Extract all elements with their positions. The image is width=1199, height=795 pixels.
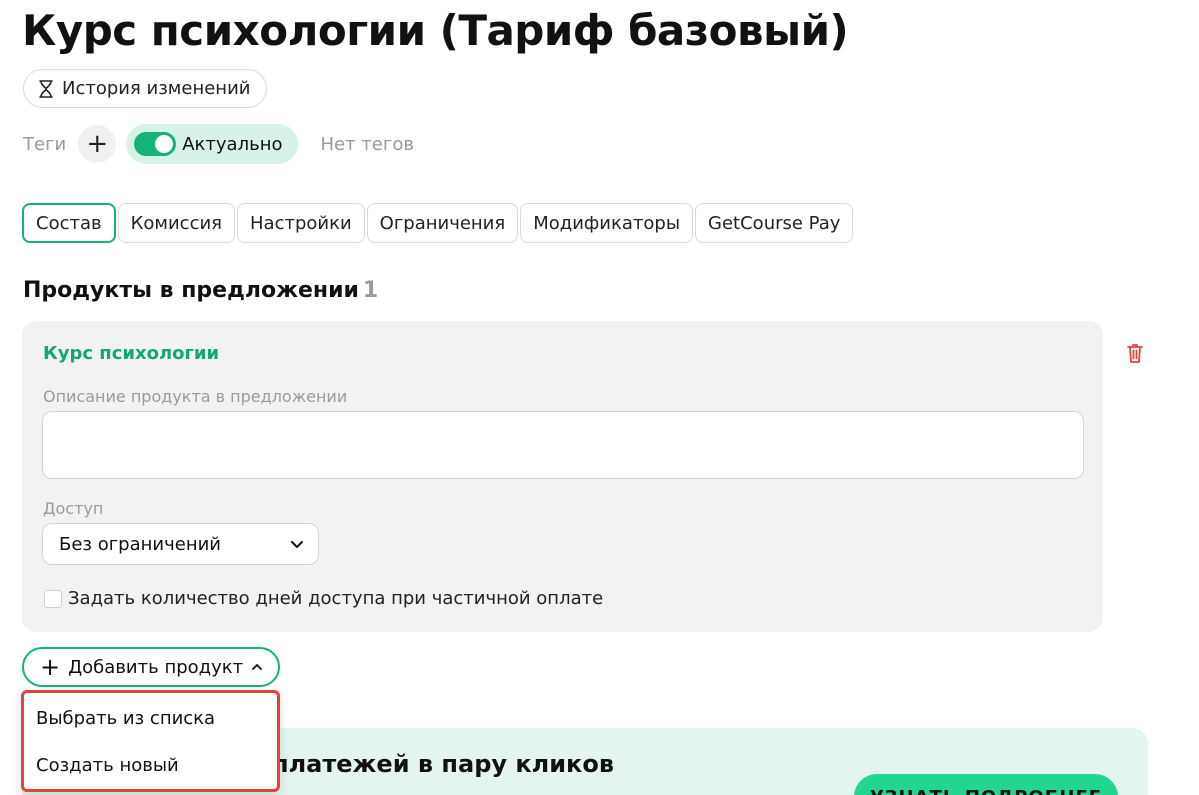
product-card: Курс психологии Описание продукта в пред…	[22, 321, 1103, 632]
description-input[interactable]	[42, 411, 1084, 479]
plus-icon: +	[40, 653, 61, 681]
banner-text: платежей в пару кликов	[272, 750, 615, 778]
tabs-bar: Состав Комиссия Настройки Ограничения Мо…	[22, 203, 854, 243]
access-select[interactable]: Без ограничений	[42, 523, 319, 565]
partial-payment-row: Задать количество дней доступа при части…	[44, 588, 603, 609]
history-button-label: История изменений	[62, 78, 251, 99]
access-select-value: Без ограничений	[59, 533, 221, 555]
menu-item-choose-from-list[interactable]: Выбрать из списка	[36, 708, 215, 729]
products-count: 1	[362, 278, 379, 303]
menu-item-create-new[interactable]: Создать новый	[36, 755, 179, 776]
chevron-down-icon	[291, 541, 303, 548]
tab-composition[interactable]: Состав	[22, 203, 116, 243]
actual-status-toggle[interactable]: Актуально	[126, 124, 299, 164]
history-button[interactable]: История изменений	[23, 69, 268, 108]
partial-payment-label[interactable]: Задать количество дней доступа при части…	[68, 588, 603, 609]
tags-row: Теги + Актуально Нет тегов	[23, 124, 414, 164]
product-name-link[interactable]: Курс психологии	[43, 343, 219, 364]
learn-more-button[interactable]: УЗНАТЬ ПОДРОБНЕЕ	[854, 774, 1118, 795]
trash-icon[interactable]	[1125, 342, 1145, 364]
toggle-switch[interactable]	[134, 132, 177, 156]
hourglass-icon	[39, 79, 53, 98]
tags-label: Теги	[23, 133, 67, 155]
products-section-title: Продукты в предложении 1	[23, 278, 378, 303]
tab-modifiers[interactable]: Модификаторы	[520, 203, 694, 243]
tab-getcourse-pay[interactable]: GetCourse Pay	[695, 203, 854, 243]
add-tag-button[interactable]: +	[78, 125, 117, 163]
page-title: Курс психологии (Тариф базовый)	[22, 6, 849, 55]
add-product-menu: Выбрать из списка Создать новый	[21, 690, 280, 792]
products-section-label: Продукты в предложении	[23, 278, 359, 303]
tab-settings[interactable]: Настройки	[237, 203, 365, 243]
actual-status-label: Актуально	[182, 133, 283, 155]
chevron-up-icon	[252, 664, 263, 670]
description-label: Описание продукта в предложении	[43, 387, 348, 406]
no-tags-text: Нет тегов	[320, 133, 414, 155]
partial-payment-checkbox[interactable]	[44, 589, 62, 608]
access-label: Доступ	[43, 499, 104, 518]
tab-restrictions[interactable]: Ограничения	[366, 203, 519, 243]
plus-icon: +	[86, 129, 109, 159]
tab-commission[interactable]: Комиссия	[117, 203, 235, 243]
add-product-label: Добавить продукт	[68, 656, 244, 678]
add-product-button[interactable]: + Добавить продукт	[22, 647, 280, 687]
